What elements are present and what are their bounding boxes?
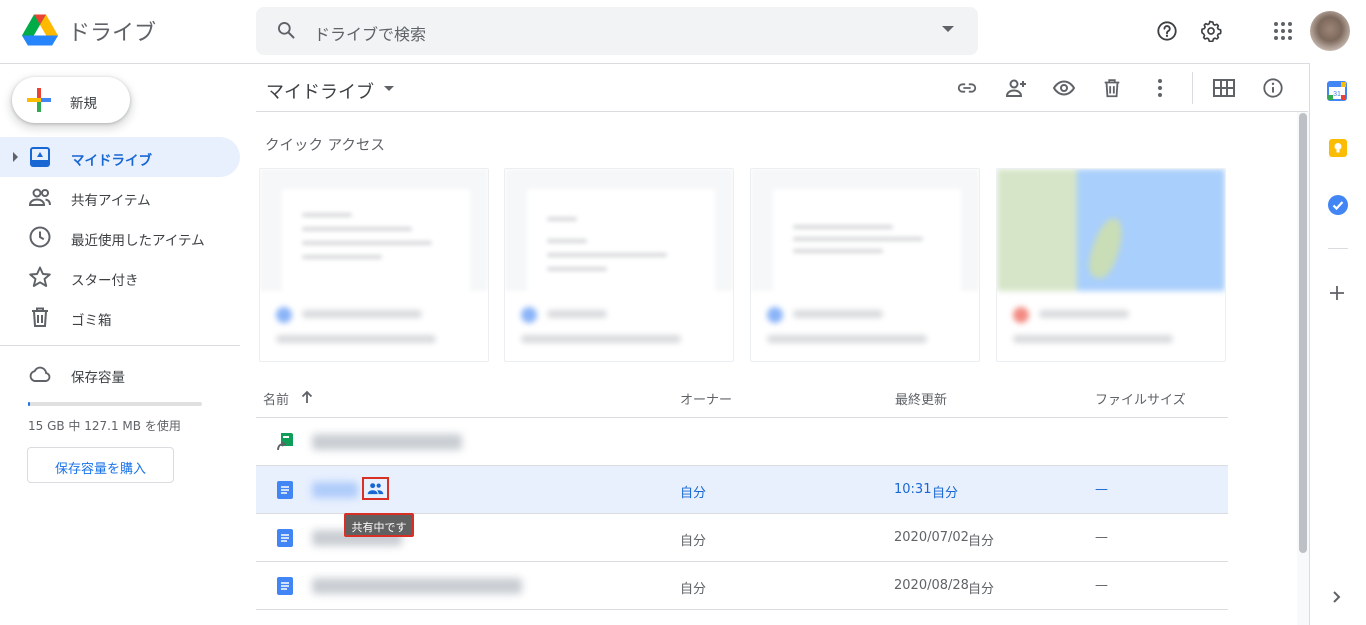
quick-access-card[interactable] — [504, 168, 734, 362]
modified-date-cell: 2020/07/02 — [894, 530, 969, 545]
scrollbar-thumb[interactable] — [1299, 113, 1307, 553]
account-avatar[interactable] — [1310, 11, 1350, 51]
column-header-owner: オーナー — [680, 393, 733, 408]
column-header-modified[interactable]: 最終更新 — [895, 389, 947, 408]
people-icon — [28, 188, 51, 206]
info-icon[interactable] — [1261, 76, 1285, 100]
apps-grid-icon[interactable] — [1271, 19, 1295, 43]
sidebar-item-my-drive[interactable]: マイドライブ — [0, 137, 240, 177]
drive-logo-icon[interactable] — [22, 14, 58, 47]
size-cell: — — [1095, 530, 1108, 545]
sidebar-item-recent[interactable]: 最近使用したアイテム — [0, 217, 240, 257]
toolbar-divider — [1192, 72, 1193, 104]
add-addon-plus-icon[interactable] — [1329, 285, 1345, 301]
share-person-add-icon[interactable] — [1004, 76, 1028, 100]
more-vert-icon[interactable] — [1148, 76, 1172, 100]
sidebar-item-storage[interactable]: 保存容量 — [0, 354, 240, 394]
title-dropdown-icon[interactable] — [384, 86, 394, 91]
chevron-right-icon[interactable] — [1331, 590, 1343, 604]
owner-cell: 自分 — [680, 486, 707, 501]
buy-storage-label: 保存容量を購入 — [54, 462, 146, 477]
file-thumbnail — [751, 169, 979, 291]
table-divider — [256, 609, 1228, 610]
size-cell: — — [1095, 578, 1108, 593]
file-thumbnail — [505, 169, 733, 291]
tooltip-text: 共有中です — [351, 521, 407, 534]
table-row-selected[interactable]: 自分 10:31 自分 — — [256, 466, 1228, 513]
size-cell: — — [1095, 482, 1108, 497]
sidebar-divider — [0, 345, 240, 346]
star-icon — [29, 266, 51, 287]
file-name-redacted — [312, 482, 358, 498]
shortcut-sheets-file-icon — [277, 433, 293, 451]
file-thumbnail — [260, 169, 488, 291]
sidebar-item-label: ゴミ箱 — [71, 313, 112, 329]
help-icon[interactable] — [1155, 19, 1179, 43]
file-name-redacted — [312, 434, 462, 450]
search-icon[interactable] — [276, 20, 296, 40]
link-icon[interactable] — [955, 76, 979, 100]
search-input[interactable]: ドライブで検索 — [314, 21, 426, 45]
docs-file-icon — [277, 577, 293, 595]
column-header-name[interactable]: 名前 — [263, 389, 289, 408]
preview-eye-icon[interactable] — [1052, 76, 1076, 100]
docs-file-icon — [277, 529, 293, 547]
sidebar-item-shared[interactable]: 共有アイテム — [0, 177, 240, 217]
app-name[interactable]: ドライブ — [68, 15, 156, 47]
map-thumbnail — [997, 169, 1225, 291]
clock-icon — [29, 226, 51, 248]
modified-by-cell: 自分 — [968, 582, 995, 597]
side-panel-divider — [1328, 248, 1348, 249]
quick-access-card[interactable] — [259, 168, 489, 362]
table-row[interactable]: 自分 2020/08/28 自分 — — [256, 562, 1228, 609]
modified-date-cell: 10:31 — [894, 482, 932, 497]
shared-tooltip: 共有中です — [344, 513, 414, 537]
sidebar-item-label: 最近使用したアイテム — [71, 233, 205, 249]
buy-storage-button[interactable]: 保存容量を購入 — [27, 447, 174, 483]
sort-arrow-up-icon[interactable] — [299, 389, 315, 405]
calendar-icon[interactable]: 31 — [1327, 81, 1347, 101]
modified-by-cell: 自分 — [968, 534, 995, 549]
sidebar-item-trash[interactable]: ゴミ箱 — [0, 297, 240, 337]
docs-file-icon — [277, 481, 293, 499]
storage-usage-fill — [28, 402, 30, 406]
keep-icon[interactable] — [1328, 138, 1348, 158]
owner-cell: 自分 — [680, 534, 707, 549]
sidebar-item-label: マイドライブ — [71, 153, 152, 169]
quick-access-card[interactable] — [750, 168, 980, 362]
svg-text:31: 31 — [1333, 91, 1341, 98]
settings-gear-icon[interactable] — [1199, 19, 1223, 43]
quick-access-card[interactable] — [996, 168, 1226, 362]
trash-icon — [32, 307, 48, 327]
sidebar-item-label: スター付き — [71, 273, 139, 289]
shared-people-icon[interactable] — [362, 477, 389, 500]
search-options-dropdown-icon[interactable] — [942, 26, 954, 32]
storage-usage-text: 15 GB 中 127.1 MB を使用 — [28, 419, 181, 433]
cloud-icon — [29, 366, 51, 382]
page-title[interactable]: マイドライブ — [266, 78, 374, 104]
plus-icon — [27, 88, 51, 112]
modified-date-cell: 2020/08/28 — [894, 578, 969, 593]
sidebar-item-starred[interactable]: スター付き — [0, 257, 240, 297]
storage-usage-bar — [28, 402, 202, 406]
table-row[interactable] — [256, 418, 1228, 465]
grid-view-icon[interactable] — [1212, 76, 1236, 100]
file-name-redacted — [312, 578, 522, 594]
my-drive-icon — [30, 147, 50, 167]
expand-caret-icon[interactable] — [13, 152, 18, 162]
toolbar-divider-line — [256, 111, 1308, 112]
delete-trash-icon[interactable] — [1100, 76, 1124, 100]
tasks-icon[interactable] — [1327, 194, 1349, 216]
owner-cell: 自分 — [680, 582, 707, 597]
quick-access-title: クイック アクセス — [265, 138, 385, 154]
modified-by-cell: 自分 — [932, 486, 959, 501]
sidebar-item-label: 保存容量 — [71, 370, 125, 386]
sidebar-item-label: 共有アイテム — [71, 193, 151, 209]
column-header-size: ファイルサイズ — [1095, 393, 1186, 408]
new-button-label: 新規 — [70, 96, 97, 112]
